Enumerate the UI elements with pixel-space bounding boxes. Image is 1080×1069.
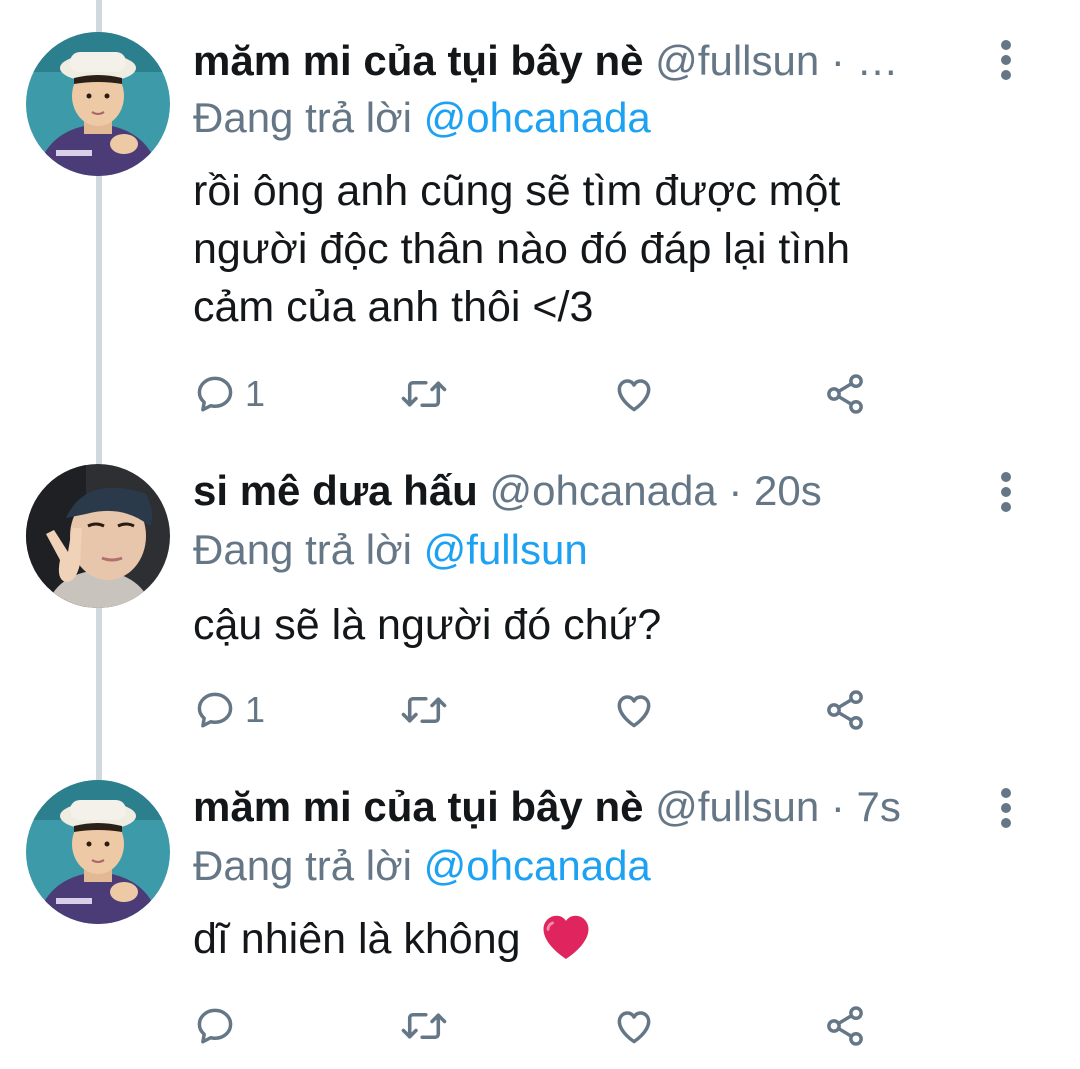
red-heart-emoji-icon	[539, 911, 593, 976]
tweet-text: rồi ông anh cũng sẽ tìm được một người đ…	[193, 162, 953, 336]
heart-icon	[617, 379, 651, 412]
tweet-actions: 1	[193, 368, 893, 420]
tweet-text-line: rồi ông anh cũng sẽ tìm được một	[193, 167, 841, 215]
replying-to-label: Đang trả lời	[193, 526, 412, 573]
replying-to: Đang trả lời @fullsun	[193, 520, 588, 580]
reply-button[interactable]: 1	[193, 368, 265, 420]
tweet[interactable]: măm mi của tụi bây nè @fullsun · … Đang …	[0, 0, 1080, 440]
retweet-button[interactable]	[399, 1000, 449, 1052]
tweet-actions	[193, 1000, 893, 1052]
tweet-header: măm mi của tụi bây nè @fullsun · 7s	[193, 776, 970, 838]
retweet-icon	[401, 380, 447, 408]
more-options-button[interactable]	[990, 36, 1022, 84]
display-name[interactable]: si mê dưa hấu	[193, 467, 478, 514]
timestamp: · …	[830, 37, 899, 84]
avatar[interactable]	[26, 32, 170, 176]
tweet-header: si mê dưa hấu @ohcanada · 20s	[193, 460, 970, 522]
more-options-button[interactable]	[990, 468, 1022, 516]
tweet-text-line: cảm của anh thôi </3	[193, 283, 594, 331]
tweet-text: dĩ nhiên là không	[193, 910, 953, 976]
reply-button[interactable]: 1	[193, 684, 265, 736]
reply-button[interactable]	[193, 1000, 245, 1052]
username[interactable]: @fullsun	[655, 37, 819, 84]
avatar-boy-bucket-hat-icon	[26, 32, 170, 176]
replying-to-label: Đang trả lời	[193, 94, 412, 141]
more-options-button[interactable]	[990, 784, 1022, 832]
share-icon	[827, 374, 863, 414]
username[interactable]: @ohcanada	[490, 467, 717, 514]
tweet[interactable]: si mê dưa hấu @ohcanada · 20s Đang trả l…	[0, 440, 1080, 760]
reply-icon	[197, 692, 233, 728]
retweet-icon	[401, 696, 447, 724]
share-button[interactable]	[823, 1000, 867, 1052]
heart-icon	[617, 695, 651, 728]
share-icon	[827, 690, 863, 730]
display-name[interactable]: măm mi của tụi bây nè	[193, 37, 643, 84]
more-vertical-icon	[1001, 472, 1011, 512]
tweet-text-content: dĩ nhiên là không	[193, 915, 521, 963]
share-button[interactable]	[823, 684, 867, 736]
replying-to-handle[interactable]: @ohcanada	[424, 94, 651, 141]
avatar[interactable]	[26, 780, 170, 924]
username[interactable]: @fullsun	[655, 783, 819, 830]
tweet-text-line: người độc thân nào đó đáp lại tình	[193, 225, 851, 273]
like-button[interactable]	[611, 1000, 657, 1052]
reply-count: 1	[245, 373, 266, 414]
tweet[interactable]: măm mi của tụi bây nè @fullsun · 7s Đang…	[0, 760, 1080, 1069]
more-vertical-icon	[1001, 788, 1011, 828]
reply-icon	[197, 1008, 233, 1044]
tweet-text-line: cậu sẽ là người đó chứ?	[193, 601, 662, 649]
share-button[interactable]	[823, 368, 867, 420]
tweet-text: cậu sẽ là người đó chứ?	[193, 596, 953, 654]
replying-to: Đang trả lời @ohcanada	[193, 836, 651, 896]
reply-count: 1	[245, 689, 266, 730]
avatar-boy-bucket-hat-icon	[26, 780, 170, 924]
replying-to: Đang trả lời @ohcanada	[193, 88, 651, 148]
like-button[interactable]	[611, 368, 657, 420]
replying-to-label: Đang trả lời	[193, 842, 412, 889]
retweet-button[interactable]	[399, 368, 449, 420]
display-name[interactable]: măm mi của tụi bây nè	[193, 783, 643, 830]
heart-icon	[617, 1011, 651, 1044]
reply-icon	[197, 376, 233, 412]
retweet-button[interactable]	[399, 684, 449, 736]
retweet-icon	[401, 1012, 447, 1040]
replying-to-handle[interactable]: @ohcanada	[424, 842, 651, 889]
tweet-text-line: dĩ nhiên là không	[193, 910, 953, 976]
like-button[interactable]	[611, 684, 657, 736]
avatar-boy-peace-sign-icon	[26, 464, 170, 608]
tweet-actions: 1	[193, 684, 893, 736]
tweet-header: măm mi của tụi bây nè @fullsun · …	[193, 30, 970, 92]
more-vertical-icon	[1001, 40, 1011, 80]
replying-to-handle[interactable]: @fullsun	[424, 526, 588, 573]
timestamp: · 7s	[830, 783, 901, 830]
avatar[interactable]	[26, 464, 170, 608]
share-icon	[827, 1006, 863, 1046]
timestamp: · 20s	[728, 467, 822, 514]
